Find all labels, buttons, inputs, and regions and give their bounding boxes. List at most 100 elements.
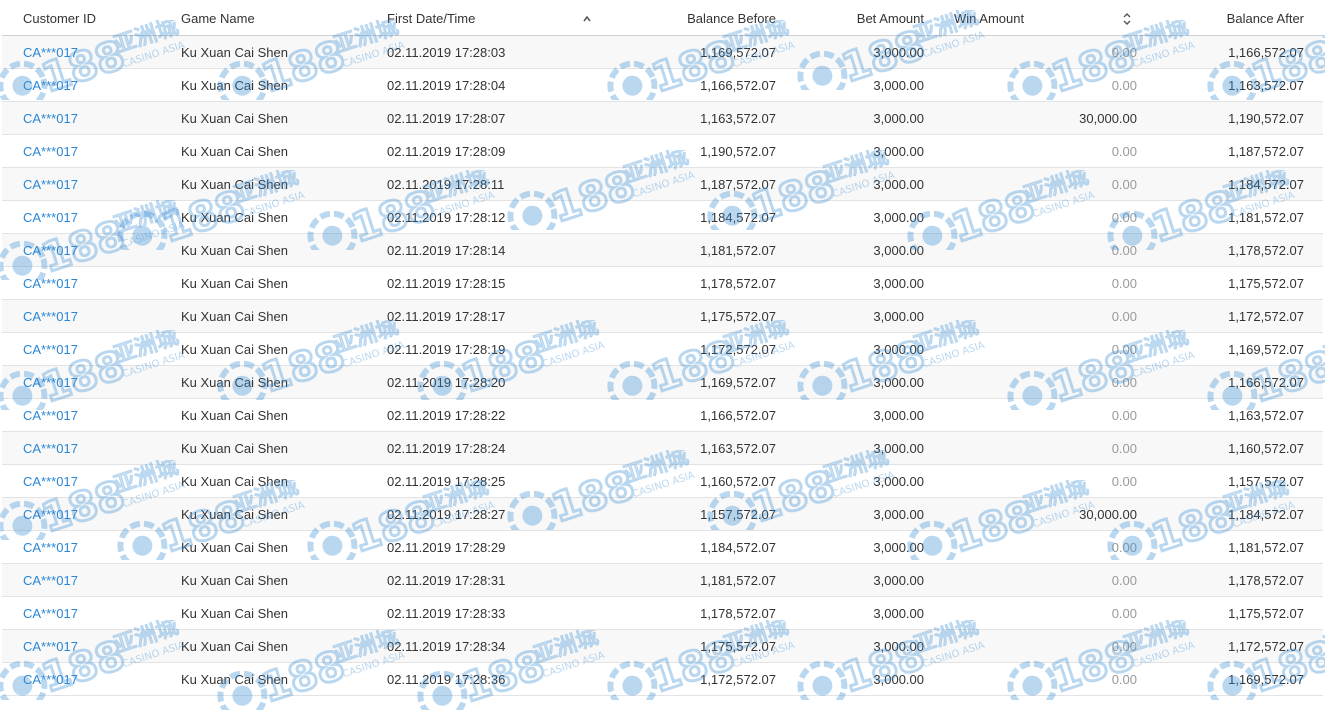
balance-after-cell: 1,181,572.07 [1228, 209, 1304, 225]
sort-both-icon[interactable] [1122, 2, 1132, 35]
win-amount-cell: 0.00 [1111, 44, 1137, 60]
balance-after-cell: 1,172,572.07 [1228, 638, 1304, 654]
column-header-first-datetime[interactable]: First Date/Time [387, 2, 587, 35]
balance-before-cell: 1,160,572.07 [700, 473, 776, 489]
balance-after-cell: 1,181,572.07 [1228, 539, 1304, 555]
balance-before-cell: 1,175,572.07 [700, 638, 776, 654]
table-row[interactable]: CA***017 Ku Xuan Cai Shen 02.11.2019 17:28… [2, 201, 1323, 234]
customer-id-link[interactable]: CA***017 [23, 399, 173, 431]
bet-amount-cell: 3,000.00 [873, 506, 924, 522]
table-row[interactable]: CA***017 Ku Xuan Cai Shen 02.11.2019 17:28… [2, 399, 1323, 432]
customer-id-link[interactable]: CA***017 [23, 465, 173, 497]
column-header-balance-before[interactable]: Balance Before [602, 2, 776, 35]
balance-after-cell: 1,190,572.07 [1228, 110, 1304, 126]
table-row[interactable]: CA***017 Ku Xuan Cai Shen 02.11.2019 17:28… [2, 168, 1323, 201]
customer-id-link[interactable]: CA***017 [23, 300, 173, 332]
balance-before-cell: 1,190,572.07 [700, 143, 776, 159]
table-row[interactable]: CA***017 Ku Xuan Cai Shen 02.11.2019 17:28… [2, 564, 1323, 597]
bet-amount-cell: 3,000.00 [873, 440, 924, 456]
table-row[interactable]: CA***017 Ku Xuan Cai Shen 02.11.2019 17:28… [2, 366, 1323, 399]
column-header-customer-id[interactable]: Customer ID [23, 2, 173, 35]
customer-id-link[interactable]: CA***017 [23, 366, 173, 398]
customer-id-link[interactable]: CA***017 [23, 267, 173, 299]
customer-id-link[interactable]: CA***017 [23, 663, 173, 695]
table-row[interactable]: CA***017 Ku Xuan Cai Shen 02.11.2019 17:28… [2, 597, 1323, 630]
first-datetime-cell: 02.11.2019 17:28:36 [387, 671, 506, 687]
game-name-cell: Ku Xuan Cai Shen [181, 506, 288, 522]
win-amount-cell: 0.00 [1111, 671, 1137, 687]
customer-id-link[interactable]: CA***017 [23, 564, 173, 596]
table-row[interactable]: CA***017 Ku Xuan Cai Shen 02.11.2019 17:28… [2, 465, 1323, 498]
balance-after-cell: 1,178,572.07 [1228, 242, 1304, 258]
customer-id-link[interactable]: CA***017 [23, 531, 173, 563]
column-header-game-name[interactable]: Game Name [181, 2, 381, 35]
table-row[interactable]: CA***017 Ku Xuan Cai Shen 02.11.2019 17:28… [2, 135, 1323, 168]
table-row[interactable]: CA***017 Ku Xuan Cai Shen 02.11.2019 17:28… [2, 300, 1323, 333]
win-amount-cell: 30,000.00 [1079, 506, 1137, 522]
bet-amount-cell: 3,000.00 [873, 176, 924, 192]
customer-id-link[interactable]: CA***017 [23, 168, 173, 200]
table-row[interactable]: CA***017 Ku Xuan Cai Shen 02.11.2019 17:28… [2, 432, 1323, 465]
table-row[interactable]: CA***017 Ku Xuan Cai Shen 02.11.2019 17:28… [2, 102, 1323, 135]
table-row[interactable]: CA***017 Ku Xuan Cai Shen 02.11.2019 17:28… [2, 663, 1323, 696]
balance-after-cell: 1,175,572.07 [1228, 605, 1304, 621]
bet-amount-cell: 3,000.00 [873, 341, 924, 357]
sort-ascending-icon[interactable] [582, 2, 592, 35]
balance-after-cell: 1,166,572.07 [1228, 374, 1304, 390]
balance-after-cell: 1,178,572.07 [1228, 572, 1304, 588]
customer-id-link[interactable]: CA***017 [23, 432, 173, 464]
table-row[interactable]: CA***017 Ku Xuan Cai Shen 02.11.2019 17:28… [2, 36, 1323, 69]
table-row[interactable]: CA***017 Ku Xuan Cai Shen 02.11.2019 17:28… [2, 333, 1323, 366]
bet-amount-cell: 3,000.00 [873, 44, 924, 60]
game-name-cell: Ku Xuan Cai Shen [181, 143, 288, 159]
first-datetime-cell: 02.11.2019 17:28:12 [387, 209, 506, 225]
balance-before-cell: 1,166,572.07 [700, 407, 776, 423]
first-datetime-cell: 02.11.2019 17:28:14 [387, 242, 506, 258]
table-row[interactable]: CA***017 Ku Xuan Cai Shen 02.11.2019 17:28… [2, 498, 1323, 531]
balance-after-cell: 1,160,572.07 [1228, 440, 1304, 456]
bet-amount-cell: 3,000.00 [873, 143, 924, 159]
win-amount-cell: 0.00 [1111, 605, 1137, 621]
balance-before-cell: 1,169,572.07 [700, 44, 776, 60]
table-row[interactable]: CA***017 Ku Xuan Cai Shen 02.11.2019 17:28… [2, 267, 1323, 300]
customer-id-link[interactable]: CA***017 [23, 201, 173, 233]
table-row[interactable]: CA***017 Ku Xuan Cai Shen 02.11.2019 17:28… [2, 531, 1323, 564]
bet-amount-cell: 3,000.00 [873, 308, 924, 324]
column-header-win-amount[interactable]: Win Amount [954, 2, 1074, 35]
customer-id-link[interactable]: CA***017 [23, 135, 173, 167]
table-row[interactable]: CA***017 Ku Xuan Cai Shen 02.11.2019 17:28… [2, 69, 1323, 102]
customer-id-link[interactable]: CA***017 [23, 234, 173, 266]
customer-id-link[interactable]: CA***017 [23, 36, 173, 68]
win-amount-cell: 0.00 [1111, 407, 1137, 423]
customer-id-link[interactable]: CA***017 [23, 597, 173, 629]
game-name-cell: Ku Xuan Cai Shen [181, 473, 288, 489]
balance-after-cell: 1,163,572.07 [1228, 407, 1304, 423]
customer-id-link[interactable]: CA***017 [23, 498, 173, 530]
balance-after-cell: 1,157,572.07 [1228, 473, 1304, 489]
game-name-cell: Ku Xuan Cai Shen [181, 44, 288, 60]
bet-amount-cell: 3,000.00 [873, 473, 924, 489]
column-header-bet-amount[interactable]: Bet Amount [792, 2, 924, 35]
bet-amount-cell: 3,000.00 [873, 638, 924, 654]
table-row[interactable]: CA***017 Ku Xuan Cai Shen 02.11.2019 17:28… [2, 630, 1323, 663]
bet-amount-cell: 3,000.00 [873, 572, 924, 588]
balance-before-cell: 1,178,572.07 [700, 605, 776, 621]
balance-before-cell: 1,175,572.07 [700, 308, 776, 324]
customer-id-link[interactable]: CA***017 [23, 69, 173, 101]
customer-id-link[interactable]: CA***017 [23, 102, 173, 134]
customer-id-link[interactable]: CA***017 [23, 333, 173, 365]
bet-amount-cell: 3,000.00 [873, 110, 924, 126]
table-row[interactable]: CA***017 Ku Xuan Cai Shen 02.11.2019 17:28… [2, 234, 1323, 267]
first-datetime-cell: 02.11.2019 17:28:24 [387, 440, 506, 456]
win-amount-cell: 0.00 [1111, 77, 1137, 93]
bet-amount-cell: 3,000.00 [873, 671, 924, 687]
first-datetime-cell: 02.11.2019 17:28:03 [387, 44, 506, 60]
column-header-balance-after[interactable]: Balance After [1142, 2, 1304, 35]
balance-before-cell: 1,172,572.07 [700, 671, 776, 687]
first-datetime-cell: 02.11.2019 17:28:19 [387, 341, 506, 357]
game-name-cell: Ku Xuan Cai Shen [181, 176, 288, 192]
win-amount-cell: 0.00 [1111, 176, 1137, 192]
customer-id-link[interactable]: CA***017 [23, 630, 173, 662]
balance-before-cell: 1,184,572.07 [700, 539, 776, 555]
first-datetime-cell: 02.11.2019 17:28:27 [387, 506, 506, 522]
